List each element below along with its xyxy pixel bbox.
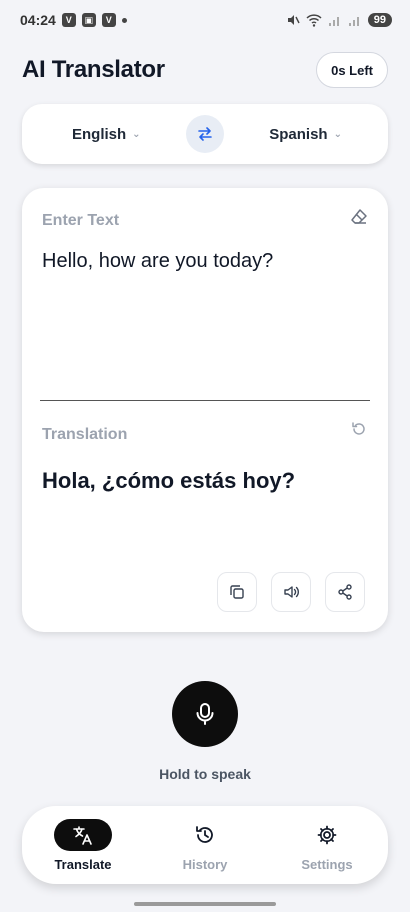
- notification-dot-icon: [121, 17, 127, 23]
- nav-item-history[interactable]: History: [144, 806, 266, 884]
- target-language-dropdown[interactable]: Spanish ⌄: [269, 126, 342, 143]
- copy-icon: [230, 585, 244, 599]
- header: AI Translator 0s Left: [22, 50, 388, 90]
- eraser-icon: [351, 209, 367, 224]
- divider: [40, 400, 370, 401]
- status-bar: 04:24 V ▣ V 99: [0, 0, 410, 40]
- notification-app-icon: V: [61, 13, 76, 27]
- nav-icon-container: [176, 819, 234, 851]
- nav-label: Translate: [54, 856, 112, 872]
- mic-button[interactable]: [172, 681, 238, 747]
- nav-label: Settings: [301, 856, 353, 872]
- home-indicator[interactable]: [134, 902, 276, 906]
- nav-icon-container: [54, 818, 112, 851]
- swap-languages-button[interactable]: [185, 115, 224, 153]
- history-icon: [196, 825, 213, 843]
- page-title: AI Translator: [22, 56, 165, 83]
- nav-icon-container: [298, 819, 356, 851]
- gear-icon: [317, 825, 337, 844]
- wifi-icon: [306, 14, 322, 27]
- source-language-label: English: [72, 125, 127, 143]
- share-button[interactable]: [325, 572, 365, 612]
- status-time: 04:24: [20, 12, 56, 28]
- signal-icon: [348, 17, 359, 26]
- speaker-icon: [284, 586, 299, 598]
- source-text-input[interactable]: Hello, how are you today?: [42, 250, 273, 273]
- clear-text-button[interactable]: [350, 208, 368, 231]
- signal-icon: [328, 17, 339, 26]
- target-language-label: Spanish: [269, 125, 328, 143]
- battery-level: 99: [367, 13, 392, 27]
- language-bar: English ⌄ Spanish ⌄: [22, 104, 388, 164]
- nav-item-settings[interactable]: Settings: [266, 806, 388, 884]
- nav-item-translate[interactable]: Translate: [22, 806, 144, 884]
- retranslate-button[interactable]: [350, 420, 368, 443]
- translation-output: Hola, ¿cómo estás hoy?: [42, 468, 296, 493]
- bottom-nav: Translate History Settings: [22, 806, 388, 884]
- translate-icon: [73, 825, 92, 845]
- share-icon: [338, 584, 352, 600]
- speak-button[interactable]: [271, 572, 311, 612]
- translation-label: Translation: [42, 426, 128, 443]
- chevron-down-icon: ⌄: [132, 128, 141, 140]
- notification-screenshot-icon: ▣: [81, 13, 96, 27]
- time-left-badge[interactable]: 0s Left: [316, 52, 388, 88]
- swap-icon: [198, 127, 212, 141]
- hold-to-speak-label: Hold to speak: [159, 766, 251, 782]
- refresh-icon: [352, 422, 365, 435]
- mute-icon: [287, 15, 300, 25]
- nav-label: History: [182, 856, 228, 872]
- copy-button[interactable]: [217, 572, 257, 612]
- input-label: Enter Text: [42, 212, 120, 229]
- source-language-dropdown[interactable]: English ⌄: [72, 126, 141, 143]
- mic-icon: [196, 703, 214, 725]
- notification-app-icon: V: [101, 13, 116, 27]
- chevron-down-icon: ⌄: [333, 128, 342, 140]
- translation-card: Enter Text Hello, how are you today? Tra…: [22, 188, 388, 632]
